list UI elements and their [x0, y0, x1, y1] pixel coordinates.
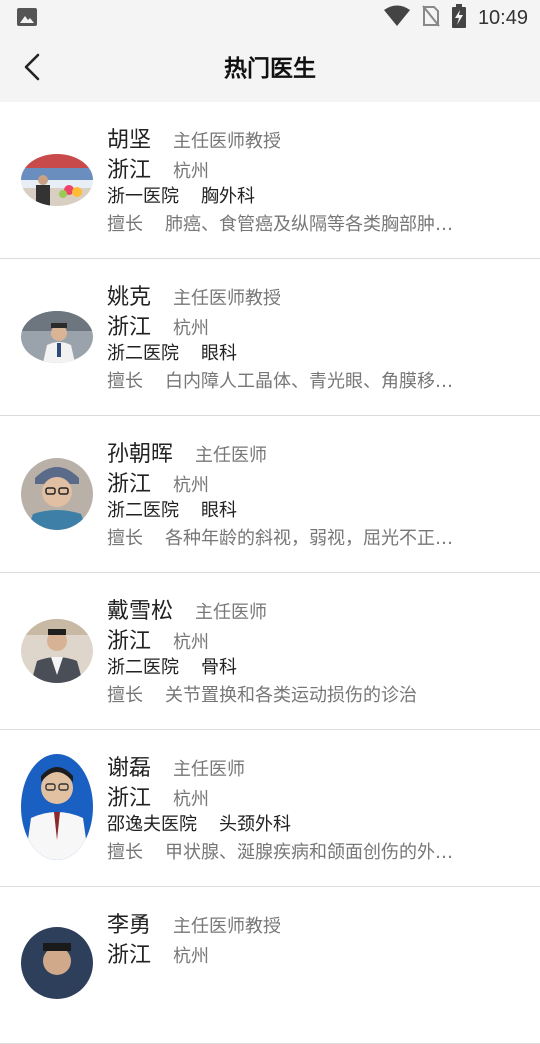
doctor-province: 浙江	[107, 629, 152, 654]
doctor-hospital: 浙一医院	[107, 186, 179, 207]
doctor-hospital: 邵逸夫医院	[107, 814, 197, 835]
doctor-specialty: 白内障人工晶体、青光眼、角膜移…	[165, 371, 453, 392]
doctor-avatar	[21, 458, 93, 530]
doctor-specialty: 甲状腺、涎腺疾病和颌面创伤的外…	[165, 842, 453, 863]
doctor-title: 主任医师教授	[173, 916, 282, 937]
doctor-avatar	[21, 754, 93, 860]
doctor-province: 浙江	[107, 786, 152, 811]
doctor-city: 杭州	[173, 475, 210, 496]
doctor-department: 头颈外科	[219, 814, 291, 835]
doctor-name: 姚克	[107, 285, 152, 310]
doctor-name: 胡坚	[107, 128, 152, 153]
doctor-list-item[interactable]: 谢磊 主任医师 浙江 杭州 邵逸夫医院 头颈外科 擅长 甲状腺、涎腺疾病和颌面创伤的外…	[0, 730, 540, 887]
specialty-label: 擅长	[107, 685, 143, 706]
no-sim-icon	[422, 5, 440, 31]
doctor-avatar	[21, 154, 93, 206]
doctor-list-item[interactable]: 戴雪松 主任医师 浙江 杭州 浙二医院 骨科 擅长 关节置换和各类运动损伤的诊治	[0, 573, 540, 730]
doctor-list-item[interactable]: 孙朝晖 主任医师 浙江 杭州 浙二医院 眼科 擅长 各种年龄的斜视，弱视，屈光不正…	[0, 416, 540, 573]
doctor-department: 眼科	[201, 500, 237, 521]
doctor-province: 浙江	[107, 943, 152, 968]
doctor-list-item[interactable]: 姚克 主任医师教授 浙江 杭州 浙二医院 眼科 擅长 白内障人工晶体、青光眼、角膜移…	[0, 259, 540, 416]
doctor-city: 杭州	[173, 946, 210, 967]
doctor-avatar	[21, 927, 93, 999]
page-title: 热门医生	[224, 56, 316, 82]
doctor-title: 主任医师	[195, 602, 268, 623]
doctor-hospital: 浙二医院	[107, 657, 179, 678]
specialty-label: 擅长	[107, 214, 143, 235]
wifi-icon	[383, 5, 410, 31]
doctor-name: 戴雪松	[107, 599, 174, 624]
doctor-hospital: 浙二医院	[107, 500, 179, 521]
doctor-city: 杭州	[173, 789, 210, 810]
doctor-province: 浙江	[107, 158, 152, 183]
doctor-list-item[interactable]: 胡坚 主任医师教授 浙江 杭州 浙一医院 胸外科 擅长 肺癌、食管癌及纵隔等各类胸部肿…	[0, 102, 540, 259]
doctor-list-item[interactable]: 李勇 主任医师教授 浙江 杭州	[0, 887, 540, 1044]
image-icon	[17, 8, 37, 26]
doctor-city: 杭州	[173, 318, 210, 339]
doctor-list: 胡坚 主任医师教授 浙江 杭州 浙一医院 胸外科 擅长 肺癌、食管癌及纵隔等各类胸部肿……	[0, 102, 540, 1044]
doctor-hospital: 浙二医院	[107, 343, 179, 364]
doctor-specialty: 肺癌、食管癌及纵隔等各类胸部肿…	[165, 214, 453, 235]
doctor-title: 主任医师教授	[173, 288, 282, 309]
doctor-province: 浙江	[107, 315, 152, 340]
specialty-label: 擅长	[107, 842, 143, 863]
doctor-specialty: 关节置换和各类运动损伤的诊治	[165, 685, 417, 706]
doctor-specialty: 各种年龄的斜视，弱视，屈光不正…	[165, 528, 453, 549]
battery-charging-icon	[451, 4, 466, 32]
doctor-name: 孙朝晖	[107, 442, 174, 467]
doctor-department: 骨科	[201, 657, 237, 678]
doctor-department: 胸外科	[201, 186, 255, 207]
doctor-avatar	[21, 619, 93, 683]
doctor-title: 主任医师	[195, 445, 268, 466]
doctor-city: 杭州	[173, 632, 210, 653]
doctor-province: 浙江	[107, 472, 152, 497]
doctor-avatar	[21, 311, 93, 363]
doctor-city: 杭州	[173, 161, 210, 182]
specialty-label: 擅长	[107, 371, 143, 392]
header: 热门医生	[0, 36, 540, 102]
doctor-department: 眼科	[201, 343, 237, 364]
doctor-title: 主任医师教授	[173, 131, 282, 152]
status-time: 10:49	[477, 6, 528, 29]
doctor-title: 主任医师	[173, 759, 246, 780]
status-bar: 10:49	[0, 0, 540, 36]
specialty-label: 擅长	[107, 528, 143, 549]
doctor-name: 李勇	[107, 913, 152, 938]
doctor-name: 谢磊	[107, 756, 152, 781]
